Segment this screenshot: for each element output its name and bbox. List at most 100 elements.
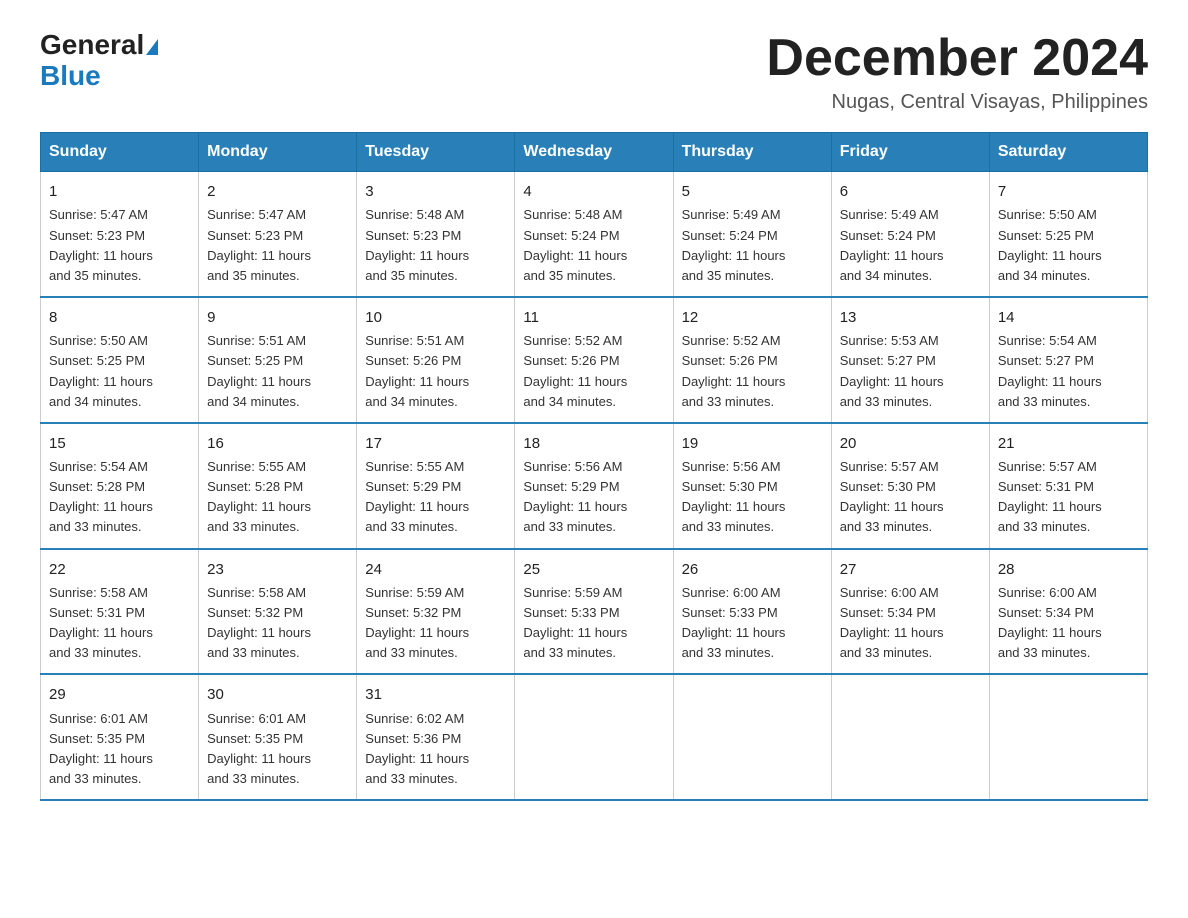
calendar-body: 1Sunrise: 5:47 AM Sunset: 5:23 PM Daylig… <box>41 172 1148 801</box>
calendar-day-cell: 6Sunrise: 5:49 AM Sunset: 5:24 PM Daylig… <box>831 172 989 297</box>
day-of-week-header: Tuesday <box>357 133 515 172</box>
day-number: 12 <box>682 306 823 329</box>
day-info-text: Sunrise: 5:58 AM Sunset: 5:32 PM Dayligh… <box>207 583 348 664</box>
day-number: 5 <box>682 180 823 203</box>
day-number: 24 <box>365 558 506 581</box>
day-of-week-header: Saturday <box>989 133 1147 172</box>
calendar-day-cell: 26Sunrise: 6:00 AM Sunset: 5:33 PM Dayli… <box>673 549 831 675</box>
day-info-text: Sunrise: 5:58 AM Sunset: 5:31 PM Dayligh… <box>49 583 190 664</box>
day-number: 16 <box>207 432 348 455</box>
calendar-week-row: 15Sunrise: 5:54 AM Sunset: 5:28 PM Dayli… <box>41 423 1148 549</box>
calendar-week-row: 22Sunrise: 5:58 AM Sunset: 5:31 PM Dayli… <box>41 549 1148 675</box>
day-number: 1 <box>49 180 190 203</box>
calendar-day-cell: 29Sunrise: 6:01 AM Sunset: 5:35 PM Dayli… <box>41 674 199 800</box>
day-of-week-header: Wednesday <box>515 133 673 172</box>
day-info-text: Sunrise: 5:51 AM Sunset: 5:26 PM Dayligh… <box>365 331 506 412</box>
calendar-day-cell: 22Sunrise: 5:58 AM Sunset: 5:31 PM Dayli… <box>41 549 199 675</box>
day-of-week-header: Monday <box>199 133 357 172</box>
calendar-day-cell: 13Sunrise: 5:53 AM Sunset: 5:27 PM Dayli… <box>831 297 989 423</box>
page-header: General Blue December 2024 Nugas, Centra… <box>40 30 1148 114</box>
day-number: 31 <box>365 683 506 706</box>
calendar-day-cell: 8Sunrise: 5:50 AM Sunset: 5:25 PM Daylig… <box>41 297 199 423</box>
day-number: 14 <box>998 306 1139 329</box>
day-info-text: Sunrise: 6:00 AM Sunset: 5:34 PM Dayligh… <box>840 583 981 664</box>
calendar-day-cell: 27Sunrise: 6:00 AM Sunset: 5:34 PM Dayli… <box>831 549 989 675</box>
day-number: 20 <box>840 432 981 455</box>
day-info-text: Sunrise: 5:59 AM Sunset: 5:33 PM Dayligh… <box>523 583 664 664</box>
day-of-week-header: Friday <box>831 133 989 172</box>
logo-triangle-icon <box>146 39 158 55</box>
calendar-week-row: 1Sunrise: 5:47 AM Sunset: 5:23 PM Daylig… <box>41 172 1148 297</box>
day-info-text: Sunrise: 6:00 AM Sunset: 5:33 PM Dayligh… <box>682 583 823 664</box>
day-info-text: Sunrise: 5:48 AM Sunset: 5:24 PM Dayligh… <box>523 205 664 286</box>
day-info-text: Sunrise: 5:49 AM Sunset: 5:24 PM Dayligh… <box>682 205 823 286</box>
calendar-day-cell: 12Sunrise: 5:52 AM Sunset: 5:26 PM Dayli… <box>673 297 831 423</box>
calendar-day-cell: 3Sunrise: 5:48 AM Sunset: 5:23 PM Daylig… <box>357 172 515 297</box>
calendar-day-cell <box>673 674 831 800</box>
day-number: 13 <box>840 306 981 329</box>
calendar-week-row: 8Sunrise: 5:50 AM Sunset: 5:25 PM Daylig… <box>41 297 1148 423</box>
day-info-text: Sunrise: 5:55 AM Sunset: 5:29 PM Dayligh… <box>365 457 506 538</box>
calendar-day-cell: 15Sunrise: 5:54 AM Sunset: 5:28 PM Dayli… <box>41 423 199 549</box>
day-number: 6 <box>840 180 981 203</box>
day-number: 21 <box>998 432 1139 455</box>
day-info-text: Sunrise: 5:52 AM Sunset: 5:26 PM Dayligh… <box>682 331 823 412</box>
calendar-day-cell: 7Sunrise: 5:50 AM Sunset: 5:25 PM Daylig… <box>989 172 1147 297</box>
day-number: 23 <box>207 558 348 581</box>
day-info-text: Sunrise: 5:47 AM Sunset: 5:23 PM Dayligh… <box>49 205 190 286</box>
day-info-text: Sunrise: 5:52 AM Sunset: 5:26 PM Dayligh… <box>523 331 664 412</box>
calendar-day-cell: 11Sunrise: 5:52 AM Sunset: 5:26 PM Dayli… <box>515 297 673 423</box>
calendar-day-cell <box>831 674 989 800</box>
day-info-text: Sunrise: 5:57 AM Sunset: 5:31 PM Dayligh… <box>998 457 1139 538</box>
calendar-day-cell: 23Sunrise: 5:58 AM Sunset: 5:32 PM Dayli… <box>199 549 357 675</box>
calendar-day-cell: 30Sunrise: 6:01 AM Sunset: 5:35 PM Dayli… <box>199 674 357 800</box>
calendar-day-cell: 17Sunrise: 5:55 AM Sunset: 5:29 PM Dayli… <box>357 423 515 549</box>
day-number: 19 <box>682 432 823 455</box>
day-number: 17 <box>365 432 506 455</box>
day-number: 8 <box>49 306 190 329</box>
day-info-text: Sunrise: 5:50 AM Sunset: 5:25 PM Dayligh… <box>49 331 190 412</box>
calendar-day-cell <box>515 674 673 800</box>
calendar-day-cell: 21Sunrise: 5:57 AM Sunset: 5:31 PM Dayli… <box>989 423 1147 549</box>
calendar-day-cell: 24Sunrise: 5:59 AM Sunset: 5:32 PM Dayli… <box>357 549 515 675</box>
day-number: 9 <box>207 306 348 329</box>
day-number: 28 <box>998 558 1139 581</box>
title-block: December 2024 Nugas, Central Visayas, Ph… <box>766 30 1148 114</box>
day-number: 10 <box>365 306 506 329</box>
day-info-text: Sunrise: 5:54 AM Sunset: 5:27 PM Dayligh… <box>998 331 1139 412</box>
day-info-text: Sunrise: 5:56 AM Sunset: 5:30 PM Dayligh… <box>682 457 823 538</box>
day-number: 4 <box>523 180 664 203</box>
day-info-text: Sunrise: 5:57 AM Sunset: 5:30 PM Dayligh… <box>840 457 981 538</box>
day-info-text: Sunrise: 6:00 AM Sunset: 5:34 PM Dayligh… <box>998 583 1139 664</box>
logo-blue-text: Blue <box>40 61 101 92</box>
day-info-text: Sunrise: 6:01 AM Sunset: 5:35 PM Dayligh… <box>49 709 190 790</box>
calendar-day-cell: 31Sunrise: 6:02 AM Sunset: 5:36 PM Dayli… <box>357 674 515 800</box>
logo: General Blue <box>40 30 158 92</box>
calendar-week-row: 29Sunrise: 6:01 AM Sunset: 5:35 PM Dayli… <box>41 674 1148 800</box>
day-info-text: Sunrise: 5:56 AM Sunset: 5:29 PM Dayligh… <box>523 457 664 538</box>
day-number: 26 <box>682 558 823 581</box>
days-of-week-row: SundayMondayTuesdayWednesdayThursdayFrid… <box>41 133 1148 172</box>
day-number: 30 <box>207 683 348 706</box>
calendar-day-cell: 16Sunrise: 5:55 AM Sunset: 5:28 PM Dayli… <box>199 423 357 549</box>
day-number: 22 <box>49 558 190 581</box>
day-number: 27 <box>840 558 981 581</box>
calendar-day-cell: 19Sunrise: 5:56 AM Sunset: 5:30 PM Dayli… <box>673 423 831 549</box>
day-info-text: Sunrise: 5:48 AM Sunset: 5:23 PM Dayligh… <box>365 205 506 286</box>
day-number: 7 <box>998 180 1139 203</box>
day-info-text: Sunrise: 5:49 AM Sunset: 5:24 PM Dayligh… <box>840 205 981 286</box>
day-info-text: Sunrise: 5:47 AM Sunset: 5:23 PM Dayligh… <box>207 205 348 286</box>
day-number: 11 <box>523 306 664 329</box>
day-number: 25 <box>523 558 664 581</box>
calendar-day-cell: 28Sunrise: 6:00 AM Sunset: 5:34 PM Dayli… <box>989 549 1147 675</box>
day-info-text: Sunrise: 5:55 AM Sunset: 5:28 PM Dayligh… <box>207 457 348 538</box>
calendar-day-cell: 25Sunrise: 5:59 AM Sunset: 5:33 PM Dayli… <box>515 549 673 675</box>
day-of-week-header: Sunday <box>41 133 199 172</box>
calendar-day-cell: 20Sunrise: 5:57 AM Sunset: 5:30 PM Dayli… <box>831 423 989 549</box>
month-title: December 2024 <box>766 30 1148 87</box>
day-of-week-header: Thursday <box>673 133 831 172</box>
day-number: 2 <box>207 180 348 203</box>
day-info-text: Sunrise: 5:59 AM Sunset: 5:32 PM Dayligh… <box>365 583 506 664</box>
calendar-day-cell: 5Sunrise: 5:49 AM Sunset: 5:24 PM Daylig… <box>673 172 831 297</box>
calendar-day-cell: 1Sunrise: 5:47 AM Sunset: 5:23 PM Daylig… <box>41 172 199 297</box>
